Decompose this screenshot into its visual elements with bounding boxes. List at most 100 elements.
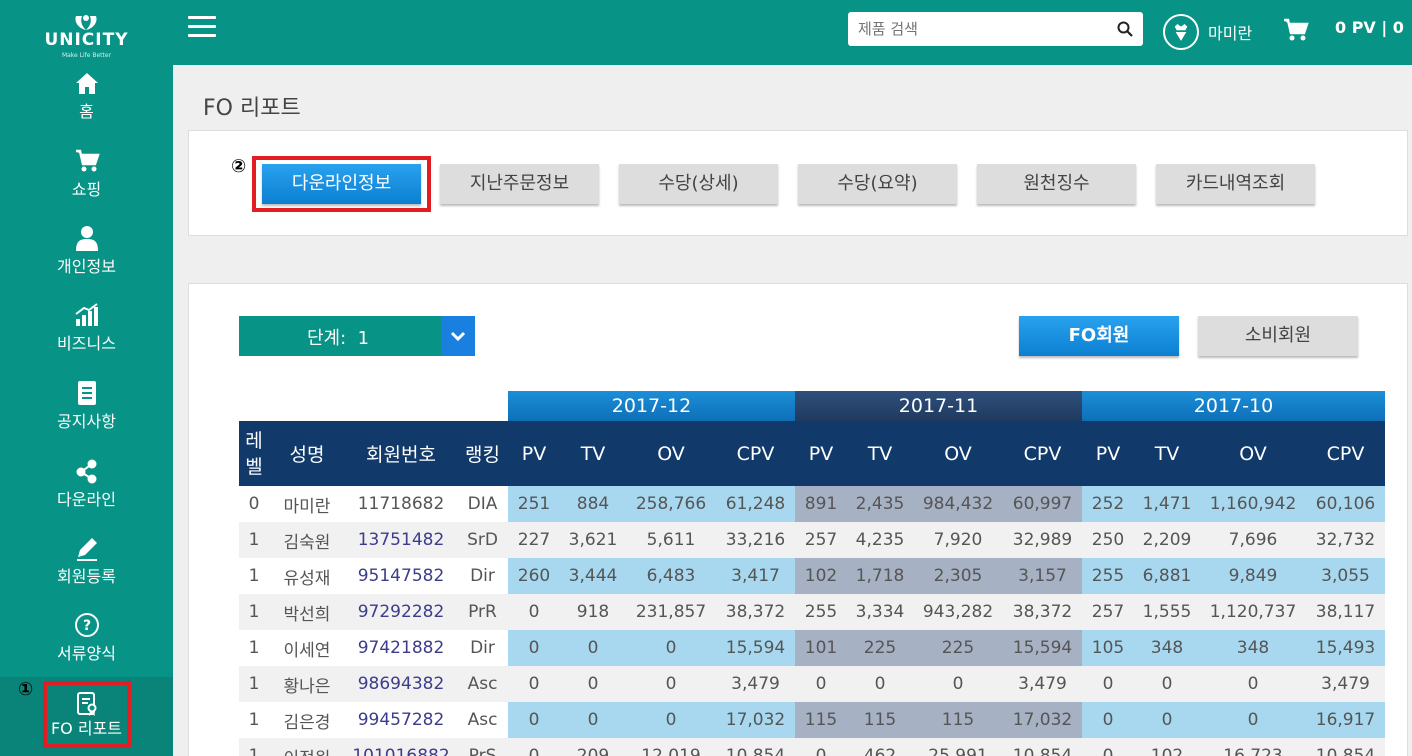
table-cell[interactable]: 101016882: [345, 738, 457, 756]
col-ov-2: OV: [913, 421, 1003, 486]
search-input[interactable]: [858, 12, 1108, 46]
table-cell: 7,920: [913, 522, 1003, 558]
table-cell[interactable]: 98694382: [345, 666, 457, 702]
table-cell: 0: [560, 630, 626, 666]
table-cell: 2,305: [913, 558, 1003, 594]
table-cell: 0: [560, 702, 626, 738]
nav-item-business[interactable]: 비즈니스: [0, 302, 173, 378]
table-cell: 1: [239, 522, 269, 558]
table-cell: 3,621: [560, 522, 626, 558]
table-cell: 0: [560, 666, 626, 702]
step-marker-2: ②: [231, 156, 247, 177]
logo-text: UNICITY: [44, 30, 129, 50]
table-cell: 60,997: [1003, 486, 1082, 522]
tab-card-history[interactable]: 카드내역조회: [1156, 164, 1315, 204]
col-pv-2: PV: [795, 421, 847, 486]
tab-withholding-tax[interactable]: 원천징수: [977, 164, 1136, 204]
col-cpv-1: CPV: [716, 421, 795, 486]
search-icon[interactable]: [1117, 21, 1133, 37]
menu-icon[interactable]: [188, 16, 216, 38]
table-cell: 9,849: [1200, 558, 1306, 594]
home-icon: [76, 73, 98, 94]
month-header-2: 2017-11: [795, 391, 1082, 421]
table-cell: 255: [795, 594, 847, 630]
table-cell: 38,117: [1306, 594, 1385, 630]
table-cell: 15,493: [1306, 630, 1385, 666]
table-cell[interactable]: 97292282: [345, 594, 457, 630]
table-cell: 3,479: [1306, 666, 1385, 702]
chevron-down-icon[interactable]: [441, 316, 475, 356]
nav-label-business: 비즈니스: [57, 334, 116, 353]
table-cell: 1: [239, 738, 269, 756]
table-cell[interactable]: 99457282: [345, 702, 457, 738]
table-cell: 3,055: [1306, 558, 1385, 594]
nav-label-forms: 서류양식: [57, 644, 116, 663]
table-cell: 0: [1134, 666, 1200, 702]
table-cell: 105: [1082, 630, 1134, 666]
tab-downline-info[interactable]: 다운라인정보: [262, 164, 421, 204]
fo-member-button[interactable]: FO회원: [1019, 316, 1179, 356]
tab-past-orders[interactable]: 지난주문정보: [440, 164, 599, 204]
table-row: 0 마미란 11718682 DIA 251 884 258,766 61,248 891 2,4…: [239, 486, 1385, 522]
avatar[interactable]: [1163, 14, 1199, 50]
table-cell[interactable]: 95147582: [345, 558, 457, 594]
col-rank: 랭킹: [457, 421, 508, 486]
table-cell: 16,917: [1306, 702, 1385, 738]
table-cell: 0: [508, 630, 560, 666]
col-member-id: 회원번호: [345, 421, 457, 486]
unicity-logo[interactable]: UNICITY Make Life Better: [0, 0, 173, 65]
report-tabs-panel: ② 다운라인정보 지난주문정보 수당(상세) 수당(요약) 원천징수 카드내역조…: [188, 130, 1408, 236]
table-cell: 1: [239, 702, 269, 738]
table-cell: 0: [1200, 702, 1306, 738]
table-cell: 3,334: [847, 594, 913, 630]
table-cell: 348: [1134, 630, 1200, 666]
table-cell: 5,611: [626, 522, 716, 558]
table-cell: 984,432: [913, 486, 1003, 522]
nav-item-shopping[interactable]: 쇼핑: [0, 148, 173, 224]
nav-item-downline[interactable]: 다운라인: [0, 458, 173, 534]
col-ov-3: OV: [1200, 421, 1306, 486]
cart-icon[interactable]: [1283, 18, 1309, 42]
table-cell: 0: [1082, 666, 1134, 702]
table-cell: 2,209: [1134, 522, 1200, 558]
table-cell: 884: [560, 486, 626, 522]
table-cell: 0: [626, 630, 716, 666]
consumer-member-button[interactable]: 소비회원: [1198, 316, 1358, 356]
svg-text:?: ?: [83, 618, 91, 634]
nav-item-notice[interactable]: 공지사항: [0, 380, 173, 456]
table-cell: 1,160,942: [1200, 486, 1306, 522]
logo-tagline: Make Life Better: [61, 52, 112, 59]
table-cell: 260: [508, 558, 560, 594]
table-cell: 15,594: [1003, 630, 1082, 666]
table-cell: 0: [508, 702, 560, 738]
table-cell: 6,483: [626, 558, 716, 594]
table-cell: 10,854: [716, 738, 795, 756]
level-select[interactable]: 단계: 1: [239, 316, 475, 356]
table-cell: 3,479: [1003, 666, 1082, 702]
table-cell: 17,032: [1003, 702, 1082, 738]
table-row: 1 유성재 95147582 Dir 260 3,444 6,483 3,417 102 1,71…: [239, 558, 1385, 594]
user-name[interactable]: 마미란: [1208, 20, 1252, 44]
col-cpv-3: CPV: [1306, 421, 1385, 486]
tab-commission-summary[interactable]: 수당(요약): [798, 164, 957, 204]
table-cell[interactable]: 13751482: [345, 522, 457, 558]
table-cell[interactable]: 97421882: [345, 630, 457, 666]
table-cell: 918: [560, 594, 626, 630]
col-tv-3: TV: [1134, 421, 1200, 486]
table-cell: 황나은: [269, 666, 345, 702]
table-cell: SrD: [457, 522, 508, 558]
table-cell: 38,372: [1003, 594, 1082, 630]
sidebar: UNICITY Make Life Better 홈 쇼핑 개인정보 비즈니스 …: [0, 0, 173, 756]
table-row: 1 이세연 97421882 Dir 0 0 0 15,594 101 225 225 15,594 1…: [239, 630, 1385, 666]
table-cell: 마미란: [269, 486, 345, 522]
table-cell: PrS: [457, 738, 508, 756]
tab-commission-detail[interactable]: 수당(상세): [619, 164, 778, 204]
nav-item-register[interactable]: 회원등록: [0, 535, 173, 611]
nav-item-home[interactable]: 홈: [0, 70, 173, 146]
pencil-icon: [77, 538, 97, 561]
nav-item-profile[interactable]: 개인정보: [0, 225, 173, 301]
table-cell: 257: [795, 522, 847, 558]
table-cell: 유성재: [269, 558, 345, 594]
table-cell: 1: [239, 594, 269, 630]
table-cell: Asc: [457, 666, 508, 702]
